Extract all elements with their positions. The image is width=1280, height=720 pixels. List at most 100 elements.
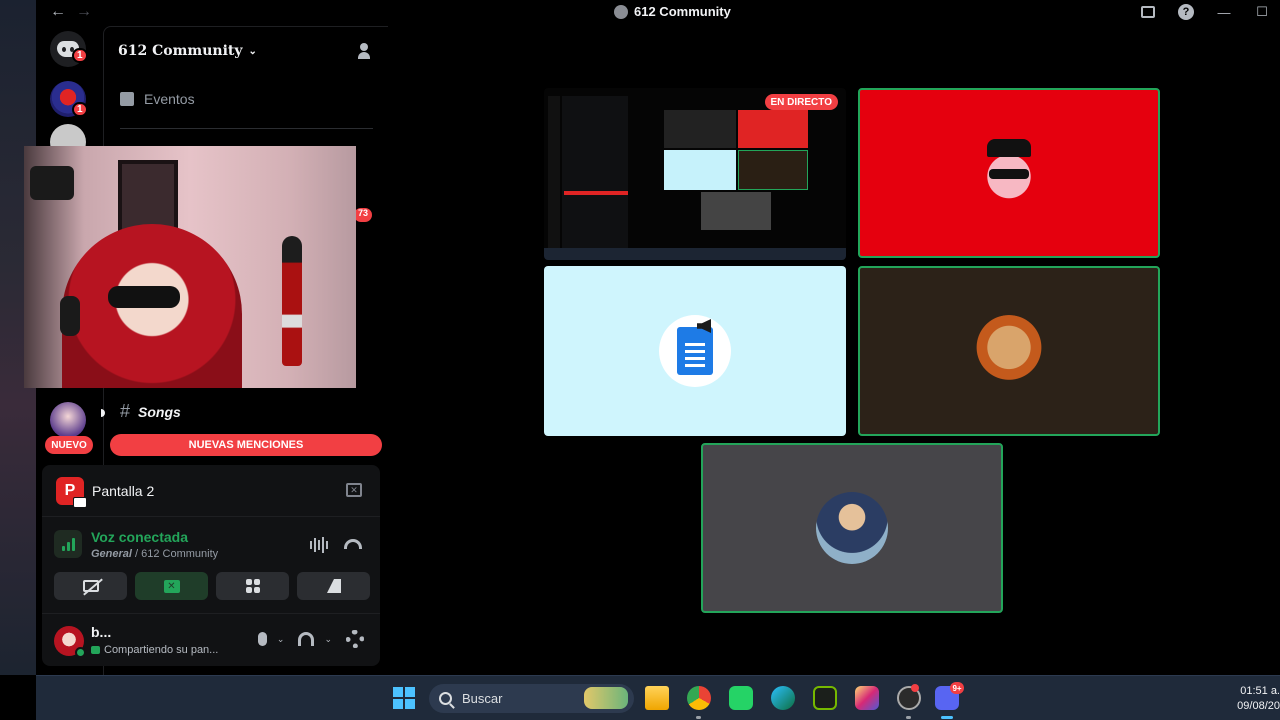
window-title: 612 Community <box>614 4 731 19</box>
voice-panel: P Pantalla 2 ✕ Voz conectada General / 6… <box>42 465 380 666</box>
user-area: b... Compartiendo su pan... ⌄ ⌄ <box>42 613 380 666</box>
participant-tile[interactable] <box>858 266 1160 436</box>
invite-people-icon[interactable] <box>358 42 376 60</box>
participant-tile[interactable] <box>701 443 1003 613</box>
stop-stream-icon[interactable]: ✕ <box>346 483 362 497</box>
instagram-icon[interactable] <box>855 686 879 710</box>
stream-title: Pantalla 2 <box>92 482 155 499</box>
participant-tile[interactable] <box>544 266 846 436</box>
events-label: Eventos <box>144 91 195 107</box>
clock-date: 09/08/20 <box>1237 700 1280 712</box>
soundboard-icon <box>326 579 341 593</box>
help-button[interactable]: ? <box>1176 2 1196 22</box>
stream-preview-tile <box>664 110 736 148</box>
screen: ← → 612 Community ? — ☐ 1 1 NUEVO 612 Co… <box>0 0 1280 720</box>
events-item[interactable]: Eventos <box>120 91 195 107</box>
nvidia-icon[interactable] <box>813 686 837 710</box>
activities-button[interactable] <box>216 572 289 600</box>
stream-preview-taskbar <box>544 248 846 260</box>
new-mentions-button[interactable]: NUEVAS MENCIONES <box>110 434 382 456</box>
voice-status-row: Voz conectada General / 612 Community <box>42 525 380 565</box>
screen-share-icon: ✕ <box>163 579 180 593</box>
file-explorer-icon[interactable] <box>645 686 669 710</box>
mention-count-badge: 73 <box>354 208 373 222</box>
help-icon: ? <box>1178 4 1194 20</box>
search-icon <box>439 692 452 705</box>
voice-server-name: / 612 Community <box>131 548 219 560</box>
calendar-icon <box>120 92 134 106</box>
system-clock[interactable]: 01:51 a. 09/08/20 <box>1232 684 1280 714</box>
windows-start-icon[interactable] <box>393 687 415 709</box>
search-highlight-icon <box>584 687 628 709</box>
guild-name: 612 Community <box>118 43 243 59</box>
server-icon-group[interactable] <box>50 402 86 438</box>
text-channel-icon: # <box>120 401 131 421</box>
clock-time: 01:51 a. <box>1240 685 1280 697</box>
whatsapp-icon[interactable] <box>729 686 753 710</box>
voice-connected-label[interactable]: Voz conectada <box>91 529 188 545</box>
chevron-down-icon: ⌄ <box>248 45 257 57</box>
webcam-overlay <box>24 146 356 388</box>
running-indicator <box>696 716 701 719</box>
document-icon <box>677 327 713 375</box>
avatar[interactable] <box>54 626 86 658</box>
chevron-down-icon[interactable]: ⌄ <box>277 634 285 645</box>
stream-preview-tile <box>701 192 771 230</box>
user-status: Compartiendo su pan... <box>91 644 218 656</box>
voice-channel-name: General <box>91 548 132 560</box>
notification-badge: 1 <box>72 102 88 117</box>
noise-suppression-icon[interactable] <box>310 537 328 553</box>
stream-preview-tile <box>738 150 808 190</box>
stream-preview-row[interactable]: P Pantalla 2 ✕ <box>42 465 380 517</box>
headphones-icon[interactable] <box>298 632 315 646</box>
camera-toggle-button[interactable] <box>54 572 127 600</box>
window-title-text: 612 Community <box>634 4 731 19</box>
user-controls: ⌄ ⌄ <box>257 630 364 648</box>
user-status-text: Compartiendo su pan... <box>104 644 219 656</box>
microphone-icon[interactable] <box>257 632 267 646</box>
server-mini-icon <box>614 4 628 19</box>
participant-tile[interactable] <box>858 88 1160 258</box>
unread-pill <box>101 409 105 417</box>
discord-notification-badge: 9+ <box>950 682 964 694</box>
webcam-headset <box>60 296 80 336</box>
voice-stage: EN DIRECTO <box>389 26 1280 675</box>
participant-avatar <box>973 315 1045 387</box>
stream-preview-tile <box>738 110 808 148</box>
participant-avatar <box>816 492 888 564</box>
stream-preview-tile <box>664 150 736 190</box>
inbox-button[interactable] <box>1138 2 1158 22</box>
chevron-down-icon[interactable]: ⌄ <box>324 634 332 645</box>
recording-dot <box>911 684 919 692</box>
connection-signal-icon[interactable] <box>54 530 82 558</box>
channel-songs[interactable]: # Songs <box>120 401 181 422</box>
taskbar: Buscar 9+ 01:51 a. 09/08/20 <box>36 675 1280 720</box>
title-bar-controls: ? — ☐ <box>1138 2 1280 22</box>
participant-avatar <box>659 315 731 387</box>
camera-off-icon <box>82 580 99 592</box>
stream-tile[interactable]: EN DIRECTO <box>544 88 846 260</box>
active-app-indicator <box>941 716 953 719</box>
guild-header[interactable]: 612 Community ⌄ <box>104 27 389 75</box>
taskbar-search[interactable]: Buscar <box>429 684 634 713</box>
forward-arrow-icon[interactable]: → <box>76 3 92 21</box>
minimize-button[interactable]: — <box>1214 2 1234 22</box>
maximize-button[interactable]: ☐ <box>1252 2 1272 22</box>
gear-icon[interactable] <box>346 630 364 648</box>
webcam-extinguisher <box>282 236 302 366</box>
chrome-icon[interactable] <box>687 686 711 710</box>
disconnect-icon[interactable] <box>344 539 362 549</box>
username[interactable]: b... <box>91 624 111 640</box>
edge-icon[interactable] <box>771 686 795 710</box>
webcam-sunglasses <box>108 286 180 308</box>
voice-controls: ✕ <box>54 572 370 600</box>
new-server-badge[interactable]: NUEVO <box>45 436 93 454</box>
title-bar: ← → 612 Community ? — ☐ <box>36 0 1280 26</box>
back-arrow-icon[interactable]: ← <box>50 3 66 21</box>
webcam-bag <box>30 166 74 200</box>
screen-share-button[interactable]: ✕ <box>135 572 208 600</box>
soundboard-button[interactable] <box>297 572 370 600</box>
stream-preview-banner <box>564 191 628 195</box>
history-nav: ← → <box>50 3 92 21</box>
notification-badge: 1 <box>72 48 88 63</box>
